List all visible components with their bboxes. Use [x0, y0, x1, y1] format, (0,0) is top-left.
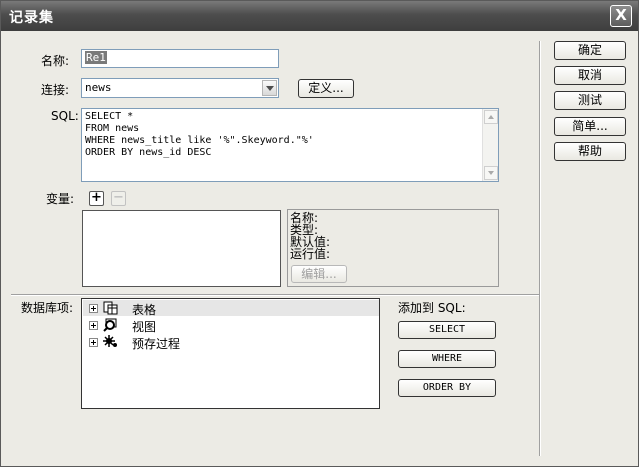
add-select-button[interactable]: SELECT: [398, 321, 496, 339]
connection-select-value: news: [85, 81, 112, 94]
tree-item-label: 表格: [132, 303, 157, 317]
tree-item-tables[interactable]: 表格: [83, 300, 379, 317]
sql-textarea[interactable]: SELECT * FROM news WHERE news_title like…: [81, 108, 499, 182]
recordset-dialog: 记录集 X 名称: Re1 连接: news 定义... SQL: SELECT…: [0, 0, 639, 467]
add-where-button[interactable]: WHERE: [398, 350, 496, 368]
tree-item-procedures[interactable]: 预存过程: [83, 334, 379, 351]
variables-list[interactable]: [82, 210, 281, 287]
remove-variable-button[interactable]: −: [111, 191, 126, 206]
sql-scrollbar[interactable]: [482, 109, 498, 181]
window-title: 记录集: [9, 10, 54, 26]
table-icon: [103, 301, 118, 315]
test-button[interactable]: 测试: [554, 91, 626, 110]
edit-variable-button[interactable]: 编辑...: [291, 265, 347, 283]
sql-line: SELECT *: [85, 111, 134, 122]
vertical-divider: [539, 41, 541, 456]
tree-item-label: 视图: [132, 320, 157, 334]
name-input-value: Re1: [85, 51, 107, 64]
add-to-sql-label: 添加到 SQL:: [398, 301, 466, 315]
ok-button[interactable]: 确定: [554, 41, 626, 60]
define-button[interactable]: 定义...: [298, 79, 354, 98]
sql-line: ORDER BY news_id DESC: [85, 147, 212, 158]
add-order-by-button[interactable]: ORDER BY: [398, 379, 496, 397]
expand-icon[interactable]: [89, 321, 98, 330]
expand-icon[interactable]: [89, 338, 98, 347]
param-runtime-label: 运行值:: [290, 247, 331, 261]
sql-line: WHERE news_title like '%".Skeyword."%': [85, 135, 314, 146]
title-bar: 记录集 X: [1, 1, 638, 31]
cancel-button[interactable]: 取消: [554, 66, 626, 85]
name-input[interactable]: Re1: [81, 49, 279, 68]
variable-details-panel: 名称: 类型: 默认值: 运行值: 编辑...: [287, 209, 499, 287]
name-label: 名称:: [41, 54, 70, 68]
tree-item-views[interactable]: 视图: [83, 317, 379, 334]
view-icon: [103, 318, 117, 332]
variables-label: 变量:: [46, 192, 75, 206]
expand-icon[interactable]: [89, 304, 98, 313]
scroll-up-icon[interactable]: [484, 110, 498, 124]
database-tree[interactable]: 表格 视图 预存过程: [81, 298, 380, 409]
section-divider: [11, 294, 539, 296]
tree-item-label: 预存过程: [132, 337, 181, 351]
scroll-down-icon[interactable]: [484, 166, 498, 180]
database-items-label: 数据库项:: [21, 301, 74, 315]
sql-line: FROM news: [85, 123, 140, 134]
close-button[interactable]: X: [610, 5, 632, 27]
procedure-icon: [103, 335, 117, 347]
help-button[interactable]: 帮助: [554, 142, 626, 161]
add-variable-button[interactable]: +: [89, 191, 104, 206]
simple-button[interactable]: 简单...: [554, 117, 626, 136]
connection-select[interactable]: news: [81, 78, 279, 98]
sql-label: SQL:: [51, 109, 79, 123]
connection-label: 连接:: [41, 83, 70, 97]
chevron-down-icon[interactable]: [262, 80, 277, 96]
